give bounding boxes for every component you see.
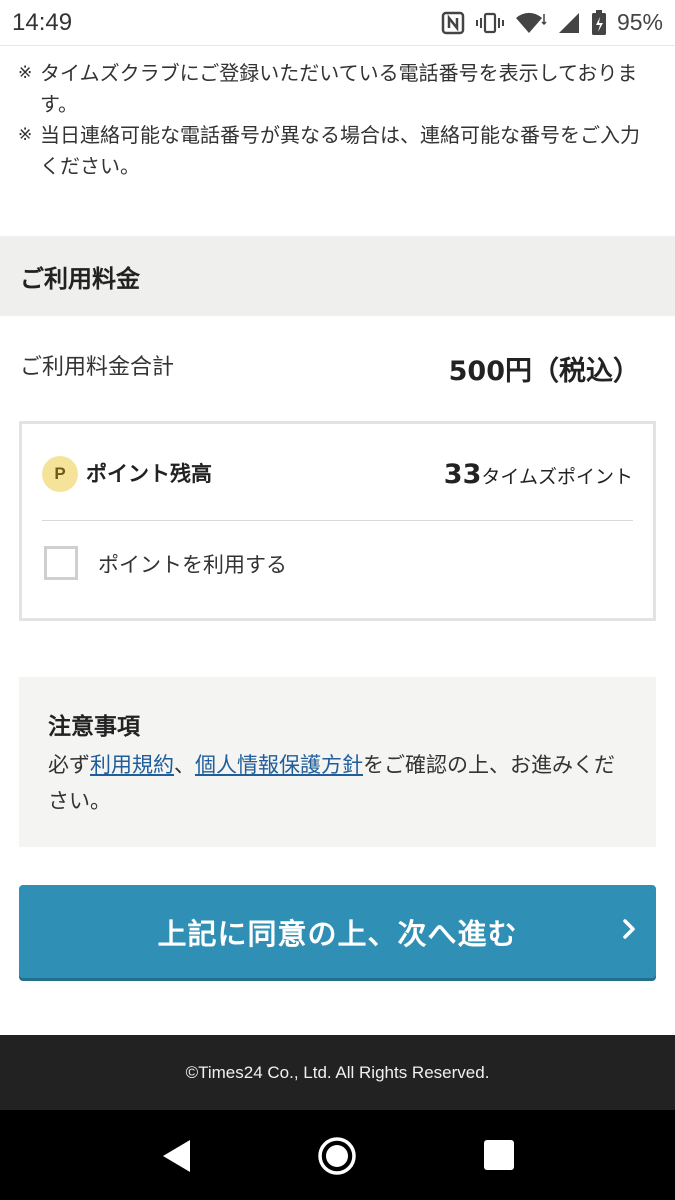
point-unit: タイムズポイント (481, 466, 633, 488)
terms-link[interactable]: 利用規約 (90, 753, 174, 777)
home-icon[interactable] (317, 1136, 357, 1180)
point-balance-label: ポイント残高 (86, 462, 212, 486)
chevron-right-icon (622, 918, 636, 944)
note-mark: ※ (18, 125, 33, 145)
wifi-icon (515, 11, 547, 35)
point-amount: 33 (443, 459, 482, 490)
notice-prefix: 必ず (48, 753, 90, 777)
note-item: ※ タイムズクラブにご登録いただいている電話番号を表示しております。 (18, 58, 658, 120)
status-bar: 14:49 95% (0, 0, 675, 46)
status-icons: 95% (441, 9, 663, 36)
privacy-policy-link[interactable]: 個人情報保護方針 (195, 753, 363, 777)
signal-icon (557, 11, 581, 35)
notice-text: 必ず利用規約、個人情報保護方針をご確認の上、お進みください。 (48, 747, 628, 819)
copyright-text: ©Times24 Co., Ltd. All Rights Reserved. (185, 1062, 490, 1082)
notice-box: 注意事項 必ず利用規約、個人情報保護方針をご確認の上、お進みください。 (19, 677, 656, 847)
notice-separator: 、 (174, 753, 195, 777)
point-box: P ポイント残高 33タイムズポイント ポイントを利用する (19, 421, 656, 621)
recents-icon[interactable] (484, 1140, 514, 1170)
note-item: ※ 当日連絡可能な電話番号が異なる場合は、連絡可能な番号をご入力ください。 (18, 120, 658, 182)
status-time: 14:49 (12, 8, 73, 36)
point-balance-value: 33タイムズポイント (444, 459, 633, 490)
point-icon: P (42, 456, 78, 492)
system-nav-bar (0, 1110, 675, 1200)
fee-total-value: 500円（税込） (448, 356, 640, 387)
vibrate-icon (475, 11, 505, 35)
footer: ©Times24 Co., Ltd. All Rights Reserved. (0, 1035, 675, 1110)
note-mark: ※ (18, 63, 33, 83)
fee-total-row: ご利用料金合計 500円（税込） (20, 345, 640, 395)
notice-title: 注意事項 (48, 714, 140, 740)
section-title: ご利用料金 (20, 264, 140, 293)
divider (42, 520, 633, 521)
battery-percent: 95% (616, 9, 663, 35)
battery-icon (591, 9, 607, 36)
note-text: 当日連絡可能な電話番号が異なる場合は、連絡可能な番号をご入力ください。 (40, 123, 640, 178)
use-points-checkbox[interactable] (44, 546, 78, 580)
back-icon[interactable] (160, 1138, 192, 1178)
use-points-label[interactable]: ポイントを利用する (98, 549, 287, 579)
agree-next-button[interactable]: 上記に同意の上、次へ進む (19, 885, 656, 978)
fee-section-header: ご利用料金 (0, 236, 675, 316)
phone-notes: ※ タイムズクラブにご登録いただいている電話番号を表示しております。 ※ 当日連… (18, 58, 658, 182)
fee-total-label: ご利用料金合計 (20, 355, 175, 380)
nfc-icon (441, 11, 465, 35)
next-button-label: 上記に同意の上、次へ進む (157, 916, 518, 951)
note-text: タイムズクラブにご登録いただいている電話番号を表示しております。 (40, 61, 638, 116)
